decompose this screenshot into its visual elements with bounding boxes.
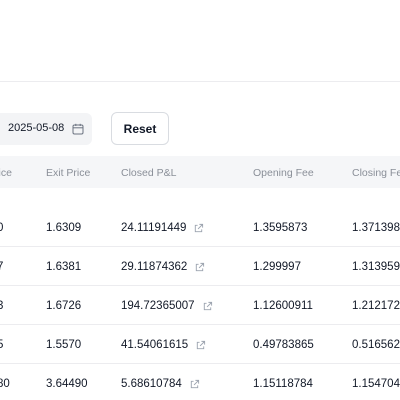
column-header-entry-price[interactable]: rice [0,167,12,179]
external-link-icon[interactable] [194,262,205,273]
column-header-opening-fee[interactable]: Opening Fee [253,167,314,179]
external-link-icon[interactable] [193,223,204,234]
cell-opening-fee: 1.3595873 [253,222,308,234]
cell-closing-fee: 1.154704 [352,378,400,390]
cell-exit-price: 3.64490 [46,378,88,390]
table-row[interactable]: 3 1.6726 194.72365007 1.12600911 1.21217… [0,286,400,325]
external-link-icon[interactable] [202,301,213,312]
table-header: rice Exit Price Closed P&L Opening Fee C… [0,156,400,188]
closed-pnl-value: 24.11191449 [121,222,187,234]
cell-entry-price: 7 [0,261,4,273]
calendar-icon[interactable] [72,123,84,135]
cell-entry-price: 0 [0,222,4,234]
cell-opening-fee: 1.15118784 [253,378,313,390]
cell-entry-price: 5 [0,339,4,351]
column-header-closing-fee[interactable]: Closing Fe [352,167,400,179]
cell-closed-pnl: 194.72365007 [121,300,213,312]
cell-exit-price: 1.5570 [46,339,82,351]
cell-exit-price: 1.6726 [46,300,82,312]
date-picker[interactable]: 2025-05-08 [0,113,92,145]
cell-closed-pnl: 29.11874362 [121,261,205,273]
column-header-closed-pnl[interactable]: Closed P&L [121,167,176,179]
cell-opening-fee: 0.49783865 [253,339,314,351]
date-picker-value: 2025-05-08 [8,122,65,134]
cell-opening-fee: 1.12600911 [253,300,313,312]
trade-history-page: 2025-05-08 Reset rice Exit Price Closed … [0,0,400,400]
cell-closing-fee: 0.516562 [352,339,400,351]
column-header-exit-price[interactable]: Exit Price [46,167,90,179]
closed-pnl-value: 194.72365007 [121,300,195,312]
cell-exit-price: 1.6309 [46,222,82,234]
external-link-icon[interactable] [189,379,200,390]
closed-pnl-value: 5.68610784 [121,378,182,390]
cell-closed-pnl: 5.68610784 [121,378,200,390]
table-row[interactable]: 0 1.6309 24.11191449 1.3595873 1.371398 [0,208,400,247]
cell-closed-pnl: 24.11191449 [121,222,204,234]
cell-opening-fee: 1.299997 [253,261,301,273]
cell-entry-price: 3 [0,300,4,312]
table-row[interactable]: 7 1.6381 29.11874362 1.299997 1.313959 [0,247,400,286]
closed-pnl-value: 41.54061615 [121,339,189,351]
section-divider [0,81,400,82]
closed-pnl-value: 29.11874362 [121,261,188,273]
cell-entry-price: 80 [0,378,10,390]
cell-closing-fee: 1.313959 [352,261,400,273]
cell-closing-fee: 1.212172 [352,300,400,312]
cell-closed-pnl: 41.54061615 [121,339,206,351]
external-link-icon[interactable] [195,340,206,351]
table-row[interactable]: 5 1.5570 41.54061615 0.49783865 0.516562 [0,325,400,364]
cell-closing-fee: 1.371398 [352,222,400,234]
cell-exit-price: 1.6381 [46,261,82,273]
reset-button[interactable]: Reset [111,112,169,145]
table-row[interactable]: 80 3.64490 5.68610784 1.15118784 1.15470… [0,364,400,400]
